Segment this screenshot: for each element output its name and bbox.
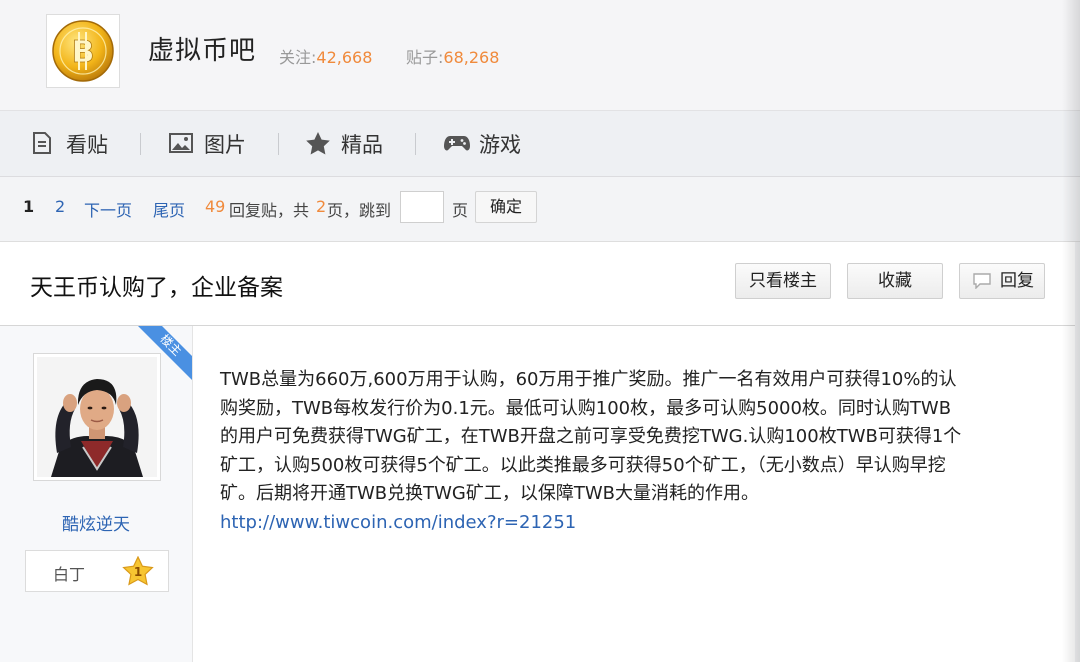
nav-divider bbox=[415, 133, 416, 155]
post-link[interactable]: http://www.tiwcoin.com/index?r=21251 bbox=[220, 509, 1050, 538]
speech-bubble-icon bbox=[973, 273, 991, 289]
total-pages: 2 bbox=[316, 197, 327, 216]
jump-text: 页，跳到 bbox=[327, 201, 392, 220]
current-page: 1 bbox=[23, 197, 35, 216]
nav-divider bbox=[140, 133, 141, 155]
post-line: 矿。后期将开通TWB兑换TWG矿工，以保障TWB大量消耗的作用。 bbox=[220, 483, 760, 505]
next-page-link[interactable]: 下一页 bbox=[84, 197, 132, 221]
document-icon bbox=[33, 132, 51, 154]
tab-label: 看贴 bbox=[66, 133, 108, 157]
post-content: TWB总量为660万,600万用于认购，60万用于推广奖励。推广一名有效用户可获… bbox=[220, 366, 1050, 538]
jump-page-input[interactable] bbox=[400, 191, 444, 223]
thread-title: 天王币认购了，企业备案 bbox=[30, 275, 283, 301]
op-badge: 楼主 bbox=[138, 326, 192, 380]
follow-stat: 关注:42,668 bbox=[279, 44, 372, 68]
posts-label: 贴子: bbox=[406, 48, 444, 67]
level-title: 白丁 bbox=[53, 565, 86, 584]
level-star-icon: 1 bbox=[122, 556, 154, 586]
author-panel: 酷炫逆天 白丁 1 楼主 bbox=[0, 326, 193, 662]
reply-button[interactable]: 回复 bbox=[959, 263, 1045, 299]
post: 酷炫逆天 白丁 1 楼主 TWB总量为660万,600万用于认购，60万用于推广… bbox=[0, 326, 1075, 662]
follow-count: 42,668 bbox=[316, 48, 373, 67]
tab-label: 图片 bbox=[204, 133, 246, 157]
only-op-button[interactable]: 只看楼主 bbox=[735, 263, 831, 299]
nav-divider bbox=[278, 133, 279, 155]
image-icon bbox=[169, 133, 193, 153]
tab-label: 精品 bbox=[341, 133, 383, 157]
thread-header: 天王币认购了，企业备案 只看楼主 收藏 回复 bbox=[0, 242, 1075, 326]
post-line: 的用户可免费获得TWG矿工，在TWB开盘之前可享受免费挖TWG.认购100枚TW… bbox=[220, 426, 962, 448]
follow-label: 关注: bbox=[279, 48, 317, 67]
window-edge-shadow bbox=[1062, 0, 1080, 662]
forum-logo[interactable]: B bbox=[46, 14, 120, 88]
posts-count: 68,268 bbox=[443, 48, 500, 67]
forum-nav: 看贴 图片 精品 游戏 bbox=[0, 111, 1080, 177]
page-unit: 页 bbox=[452, 201, 469, 220]
author-username[interactable]: 酷炫逆天 bbox=[0, 510, 192, 535]
posts-stat: 贴子:68,268 bbox=[406, 44, 499, 68]
page-2-link[interactable]: 2 bbox=[55, 197, 65, 216]
post-line: 购奖励，TWB每枚发行价为0.1元。最低可认购100枚，最多可认购5000枚。同… bbox=[220, 397, 952, 419]
reply-label: 回复 bbox=[1000, 271, 1034, 291]
bitcoin-logo-icon: B bbox=[52, 20, 114, 82]
post-line: TWB总量为660万,600万用于认购，60万用于推广奖励。推广一名有效用户可获… bbox=[220, 369, 957, 390]
forum-header: B 虚拟币吧 关注:42,668 贴子:68,268 bbox=[0, 0, 1080, 111]
star-icon bbox=[306, 132, 330, 155]
user-level: 白丁 1 bbox=[25, 550, 169, 592]
reply-count: 49 bbox=[205, 197, 226, 216]
favorite-button[interactable]: 收藏 bbox=[847, 263, 943, 299]
tab-label: 游戏 bbox=[479, 133, 521, 157]
post-line: 矿工，认购500枚可获得5个矿工。以此类推最多可获得50个矿工，（无小数点）早认… bbox=[220, 454, 946, 476]
forum-name[interactable]: 虚拟币吧 bbox=[148, 30, 256, 67]
gamepad-icon bbox=[444, 136, 470, 151]
pagination: 1 2 下一页 尾页 49 回复贴，共 2 页，跳到 页 确定 bbox=[0, 177, 1080, 242]
svg-text:B: B bbox=[72, 35, 95, 70]
last-page-link[interactable]: 尾页 bbox=[153, 197, 185, 221]
reply-text: 回复贴，共 bbox=[229, 201, 310, 220]
level-number: 1 bbox=[134, 565, 142, 579]
confirm-button[interactable]: 确定 bbox=[475, 191, 537, 223]
